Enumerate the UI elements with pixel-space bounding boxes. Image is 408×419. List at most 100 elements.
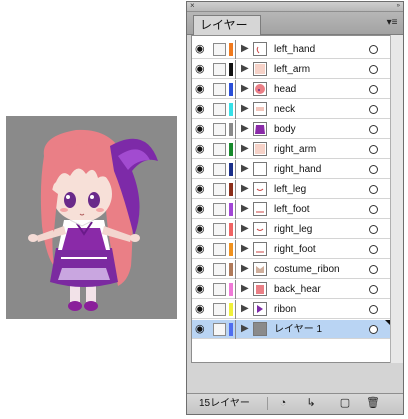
layer-name[interactable]: right_leg <box>274 222 312 237</box>
target-circle-icon[interactable] <box>369 105 378 114</box>
layer-name[interactable]: costume_ribon <box>274 262 340 277</box>
triangle-right-icon[interactable]: ▶ <box>241 82 249 96</box>
lock-toggle[interactable] <box>213 223 226 236</box>
triangle-right-icon[interactable]: ▶ <box>241 242 249 256</box>
layer-row[interactable]: ◉ ▶ left_leg <box>192 180 390 199</box>
eye-icon[interactable]: ◉ <box>195 283 209 295</box>
target-circle-icon[interactable] <box>369 305 378 314</box>
target-circle-icon[interactable] <box>369 325 378 334</box>
target-circle-icon[interactable] <box>369 185 378 194</box>
layer-row[interactable]: ◉ ▶ left_arm <box>192 60 390 79</box>
lock-toggle[interactable] <box>213 323 226 336</box>
tab-layers[interactable]: レイヤー <box>193 15 261 35</box>
lock-toggle[interactable] <box>213 83 226 96</box>
layer-row[interactable]: ◉ ▶ back_hear <box>192 280 390 299</box>
layer-name[interactable]: left_hand <box>274 42 315 57</box>
eye-icon[interactable]: ◉ <box>195 223 209 235</box>
triangle-right-icon[interactable]: ▶ <box>241 142 249 156</box>
layer-row[interactable]: ◉ ▶ right_leg <box>192 220 390 239</box>
target-circle-icon[interactable] <box>369 145 378 154</box>
target-circle-icon[interactable] <box>369 265 378 274</box>
layer-name[interactable]: left_leg <box>274 182 306 197</box>
panel-titlebar[interactable]: × » <box>187 2 403 12</box>
triangle-right-icon[interactable]: ▶ <box>241 222 249 236</box>
collapse-icon[interactable]: » <box>397 3 400 9</box>
target-circle-icon[interactable] <box>369 225 378 234</box>
layer-row[interactable]: ◉ ▶ レイヤー 1 <box>192 320 390 339</box>
eye-icon[interactable]: ◉ <box>195 83 209 95</box>
triangle-right-icon[interactable]: ▶ <box>241 182 249 196</box>
target-circle-icon[interactable] <box>369 45 378 54</box>
eye-icon[interactable]: ◉ <box>195 263 209 275</box>
eye-icon[interactable]: ◉ <box>195 243 209 255</box>
layer-name[interactable]: head <box>274 82 296 97</box>
make-clipping-mask-icon[interactable]: ◔ <box>275 396 291 411</box>
trash-icon[interactable]: 🗑 <box>365 396 381 411</box>
layer-row[interactable]: ◉ ▶ neck <box>192 100 390 119</box>
eye-icon[interactable]: ◉ <box>195 143 209 155</box>
layer-row[interactable]: ◉ ▶ body <box>192 120 390 139</box>
target-circle-icon[interactable] <box>369 125 378 134</box>
layer-row[interactable]: ◉ ▶ left_foot <box>192 200 390 219</box>
panel-menu-icon[interactable]: ▾≡ <box>385 16 399 30</box>
layer-row[interactable]: ◉ ▶ left_hand <box>192 40 390 59</box>
lock-toggle[interactable] <box>213 103 226 116</box>
triangle-right-icon[interactable]: ▶ <box>241 62 249 76</box>
triangle-right-icon[interactable]: ▶ <box>241 162 249 176</box>
lock-toggle[interactable] <box>213 43 226 56</box>
lock-toggle[interactable] <box>213 123 226 136</box>
target-circle-icon[interactable] <box>369 285 378 294</box>
triangle-right-icon[interactable]: ▶ <box>241 122 249 136</box>
layer-name[interactable]: left_arm <box>274 62 310 77</box>
target-circle-icon[interactable] <box>369 245 378 254</box>
lock-toggle[interactable] <box>213 303 226 316</box>
target-circle-icon[interactable] <box>369 165 378 174</box>
layer-row[interactable]: ◉ ▶ right_arm <box>192 140 390 159</box>
layer-row[interactable]: ◉ ▶ costume_ribon <box>192 260 390 279</box>
layer-name[interactable]: right_foot <box>274 242 316 257</box>
eye-icon[interactable]: ◉ <box>195 43 209 55</box>
lock-toggle[interactable] <box>213 163 226 176</box>
lock-toggle[interactable] <box>213 263 226 276</box>
lock-toggle[interactable] <box>213 143 226 156</box>
lock-toggle[interactable] <box>213 183 226 196</box>
scrollbar[interactable] <box>390 35 403 363</box>
target-circle-icon[interactable] <box>369 65 378 74</box>
layer-name[interactable]: body <box>274 122 296 137</box>
eye-icon[interactable]: ◉ <box>195 203 209 215</box>
eye-icon[interactable]: ◉ <box>195 183 209 195</box>
triangle-right-icon[interactable]: ▶ <box>241 202 249 216</box>
new-layer-icon[interactable]: ▢ <box>337 396 353 411</box>
layer-name[interactable]: ribon <box>274 302 296 317</box>
triangle-right-icon[interactable]: ▶ <box>241 102 249 116</box>
eye-icon[interactable]: ◉ <box>195 303 209 315</box>
eye-icon[interactable]: ◉ <box>195 123 209 135</box>
eye-icon[interactable]: ◉ <box>195 323 209 335</box>
close-icon[interactable]: × <box>190 2 196 10</box>
layer-name[interactable]: right_hand <box>274 162 321 177</box>
triangle-right-icon[interactable]: ▶ <box>241 42 249 56</box>
layer-row[interactable]: ◉ ▶ head <box>192 80 390 99</box>
layer-row[interactable]: ◉ ▶ ribon <box>192 300 390 319</box>
triangle-right-icon[interactable]: ▶ <box>241 282 249 296</box>
lock-toggle[interactable] <box>213 243 226 256</box>
layer-name[interactable]: back_hear <box>274 282 321 297</box>
eye-icon[interactable]: ◉ <box>195 163 209 175</box>
lock-toggle[interactable] <box>213 283 226 296</box>
lock-toggle[interactable] <box>213 203 226 216</box>
lock-toggle[interactable] <box>213 63 226 76</box>
layer-row[interactable]: ◉ ▶ right_hand <box>192 160 390 179</box>
layer-row[interactable]: ◉ ▶ right_foot <box>192 240 390 259</box>
triangle-right-icon[interactable]: ▶ <box>241 322 249 336</box>
layer-name[interactable]: right_arm <box>274 142 316 157</box>
target-circle-icon[interactable] <box>369 85 378 94</box>
new-sublayer-icon[interactable]: ↳ <box>303 396 319 411</box>
triangle-right-icon[interactable]: ▶ <box>241 302 249 316</box>
eye-icon[interactable]: ◉ <box>195 63 209 75</box>
layer-name[interactable]: レイヤー 1 <box>274 322 322 337</box>
triangle-right-icon[interactable]: ▶ <box>241 262 249 276</box>
layer-name[interactable]: neck <box>274 102 295 117</box>
eye-icon[interactable]: ◉ <box>195 103 209 115</box>
target-circle-icon[interactable] <box>369 205 378 214</box>
layer-name[interactable]: left_foot <box>274 202 310 217</box>
